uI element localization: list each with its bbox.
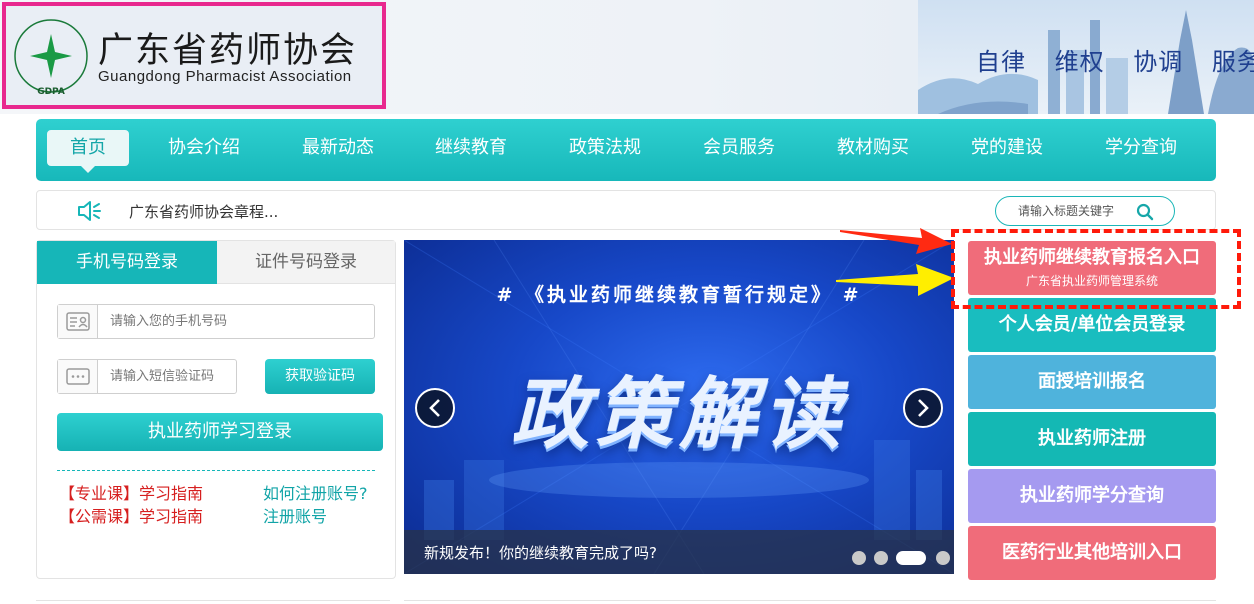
nav-item-credit-query[interactable]: 学分查询 xyxy=(1098,119,1184,181)
main-nav: 首页 协会介绍 最新动态 继续教育 政策法规 会员服务 教材购买 党的建设 学分… xyxy=(36,119,1216,181)
phone-field xyxy=(57,304,375,339)
search-box xyxy=(995,196,1175,226)
slogan-item: 协调 xyxy=(1133,48,1184,76)
how-to-register-link[interactable]: 如何注册账号? xyxy=(263,480,368,504)
site-logo[interactable]: GDPA 广东省药师协会 Guangdong Pharmacist Associ… xyxy=(2,2,386,109)
chevron-right-icon xyxy=(918,399,929,417)
section-divider xyxy=(36,600,390,604)
message-icon xyxy=(66,368,90,385)
guide-text: 学习指南 xyxy=(139,507,204,526)
nav-item-party-building[interactable]: 党的建设 xyxy=(964,119,1050,181)
site-header: GDPA 广东省药师协会 Guangdong Pharmacist Associ… xyxy=(0,0,1254,114)
qbtn-label: 医药行业其他培训入口 xyxy=(1002,542,1182,563)
sms-field-icon-cell xyxy=(58,360,98,393)
search-icon[interactable] xyxy=(1136,203,1154,221)
notice-link[interactable]: 广东省药师协会章程... xyxy=(129,201,278,222)
face-to-face-training-button[interactable]: 面授培训报名 xyxy=(968,355,1216,409)
slide-caption[interactable]: 新规发布！你的继续教育完成了吗? xyxy=(424,542,657,563)
tab-id-login[interactable]: 证件号码登录 xyxy=(217,241,395,284)
nav-item-news[interactable]: 最新动态 xyxy=(295,119,381,181)
slogan-item: 服务 xyxy=(1211,48,1254,76)
banner-main-title: 政策解读 xyxy=(510,370,847,460)
section-divider xyxy=(404,600,1216,604)
logo-chinese-name: 广东省药师协会 xyxy=(98,31,358,71)
nav-item-textbook[interactable]: 教材购买 xyxy=(830,119,916,181)
public-course-guide-link[interactable]: 【公需课】学习指南 xyxy=(59,503,203,527)
dashed-highlight-box xyxy=(951,229,1241,309)
qbtn-label: 执业药师注册 xyxy=(1038,428,1146,449)
other-training-button[interactable]: 医药行业其他培训入口 xyxy=(968,526,1216,580)
nav-item-member-service[interactable]: 会员服务 xyxy=(696,119,782,181)
chevron-left-icon xyxy=(429,399,440,417)
phone-input[interactable] xyxy=(110,313,360,330)
red-arrow-annotation xyxy=(840,228,952,254)
sms-code-field xyxy=(57,359,237,394)
nav-item-about[interactable]: 协会介绍 xyxy=(162,119,246,181)
slide-indicator-dot[interactable] xyxy=(874,551,888,565)
phone-field-icon-cell xyxy=(58,305,98,338)
id-card-icon xyxy=(66,312,90,331)
slide-indicator-dot-active[interactable] xyxy=(896,551,926,565)
slogan-item: 维权 xyxy=(1054,48,1105,76)
slide-indicator-dot[interactable] xyxy=(936,551,950,565)
divider xyxy=(57,470,375,471)
sms-code-input[interactable] xyxy=(110,368,234,385)
slogan: 自律 维权 协调 服务 xyxy=(976,42,1254,77)
yellow-arrow-annotation xyxy=(836,264,954,296)
slide-indicator-dot[interactable] xyxy=(852,551,866,565)
prev-slide-button[interactable] xyxy=(415,388,455,428)
pharmacist-login-button[interactable]: 执业药师学习登录 xyxy=(57,413,383,451)
caption-bar: 新规发布！你的继续教育完成了吗? xyxy=(404,530,954,574)
credit-query-button[interactable]: 执业药师学分查询 xyxy=(968,469,1216,523)
slogan-item: 自律 xyxy=(976,48,1026,76)
nav-item-continuing-education[interactable]: 继续教育 xyxy=(428,119,514,181)
get-code-button[interactable]: 获取验证码 xyxy=(265,359,375,394)
notice-bar: 广东省药师协会章程... xyxy=(36,190,1216,230)
pharmacist-registration-button[interactable]: 执业药师注册 xyxy=(968,412,1216,466)
professional-course-guide-link[interactable]: 【专业课】学习指南 xyxy=(59,480,203,504)
guide-tag: 【专业课】 xyxy=(59,484,140,503)
register-account-link[interactable]: 注册账号 xyxy=(263,503,327,527)
login-panel: 手机号码登录 证件号码登录 获取验证码 执业药师学习登录 【专业课】学习指 xyxy=(36,240,396,579)
next-slide-button[interactable] xyxy=(903,388,943,428)
nav-item-policy[interactable]: 政策法规 xyxy=(562,119,648,181)
guide-text: 学习指南 xyxy=(139,484,204,503)
guide-tag: 【公需课】 xyxy=(59,507,140,526)
emblem-text: GDPA xyxy=(37,87,65,97)
nav-item-home[interactable]: 首页 xyxy=(47,130,129,173)
speaker-icon xyxy=(78,201,101,221)
gdpa-emblem-icon: GDPA xyxy=(14,19,88,97)
qbtn-label: 执业药师学分查询 xyxy=(1020,485,1164,506)
tab-phone-login[interactable]: 手机号码登录 xyxy=(37,241,217,284)
logo-english-name: Guangdong Pharmacist Association xyxy=(98,68,352,85)
search-input[interactable] xyxy=(1018,202,1138,220)
qbtn-label: 面授培训报名 xyxy=(1038,371,1146,392)
